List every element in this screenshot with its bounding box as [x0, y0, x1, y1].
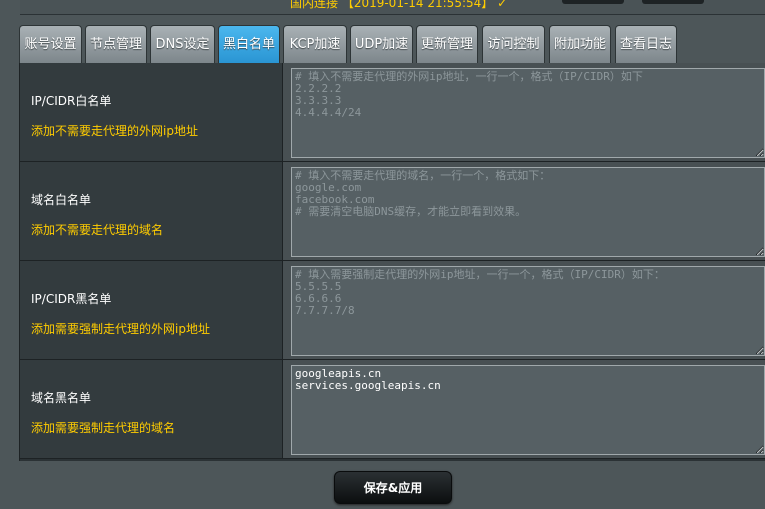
- row-label-cell: 域名黑名单 添加需要强制走代理的域名: [20, 360, 283, 458]
- tab-dns-settings[interactable]: DNS设定: [150, 25, 215, 63]
- status-action-button[interactable]: [642, 0, 704, 4]
- row-title: 域名黑名单: [31, 391, 92, 405]
- domain-whitelist-textarea[interactable]: [291, 167, 765, 257]
- row-label-cell: IP/CIDR黑名单 添加需要强制走代理的外网ip地址: [20, 261, 283, 359]
- row-description: 添加需要强制走代理的域名: [31, 421, 176, 435]
- ip-whitelist-textarea[interactable]: [291, 68, 765, 158]
- tab-access-control[interactable]: 访问控制: [482, 25, 545, 63]
- action-bar: 保存&应用: [19, 461, 765, 509]
- table-row: IP/CIDR黑名单 添加需要强制走代理的外网ip地址: [20, 261, 765, 360]
- status-strip: 国内连接 【2019-01-14 21:55:54】 ✓: [20, 0, 765, 15]
- table-row: IP/CIDR白名单 添加不需要走代理的外网ip地址: [20, 63, 765, 162]
- row-title: IP/CIDR白名单: [31, 94, 112, 108]
- status-action-button[interactable]: [562, 0, 624, 4]
- row-label-cell: 域名白名单 添加不需要走代理的域名: [20, 162, 283, 260]
- connection-status: 国内连接 【2019-01-14 21:55:54】 ✓: [290, 0, 508, 10]
- row-field-cell: [283, 162, 765, 260]
- tab-black-white-list[interactable]: 黑白名单: [218, 25, 280, 63]
- row-description: 添加不需要走代理的域名: [31, 223, 164, 237]
- row-field-cell: [283, 63, 765, 161]
- row-field-cell: googleapis.cn services.googleapis.cn: [283, 360, 765, 458]
- tab-view-log[interactable]: 查看日志: [615, 25, 677, 63]
- table-row: 域名黑名单 添加需要强制走代理的域名 googleapis.cn service…: [20, 360, 765, 459]
- row-title: IP/CIDR黑名单: [31, 292, 112, 306]
- row-title: 域名白名单: [31, 193, 92, 207]
- tab-extra-features[interactable]: 附加功能: [549, 25, 611, 63]
- table-row: 域名白名单 添加不需要走代理的域名: [20, 162, 765, 261]
- tab-kcp-acceleration[interactable]: KCP加速: [283, 25, 347, 63]
- row-description: 添加不需要走代理的外网ip地址: [31, 124, 198, 138]
- row-description: 添加需要强制走代理的外网ip地址: [31, 322, 210, 336]
- tab-udp-acceleration[interactable]: UDP加速: [350, 25, 413, 63]
- tab-node-management[interactable]: 节点管理: [85, 25, 147, 63]
- domain-blacklist-textarea[interactable]: googleapis.cn services.googleapis.cn: [291, 365, 765, 455]
- row-field-cell: [283, 261, 765, 359]
- settings-table: IP/CIDR白名单 添加不需要走代理的外网ip地址 域名白名单 添加不需要走代…: [19, 63, 765, 461]
- row-label-cell: IP/CIDR白名单 添加不需要走代理的外网ip地址: [20, 63, 283, 161]
- save-apply-button[interactable]: 保存&应用: [334, 471, 452, 504]
- ip-blacklist-textarea[interactable]: [291, 266, 765, 356]
- page: 国内连接 【2019-01-14 21:55:54】 ✓ 账号设置 节点管理 D…: [0, 0, 765, 509]
- tab-account-settings[interactable]: 账号设置: [19, 25, 82, 63]
- tab-update-management[interactable]: 更新管理: [416, 25, 478, 63]
